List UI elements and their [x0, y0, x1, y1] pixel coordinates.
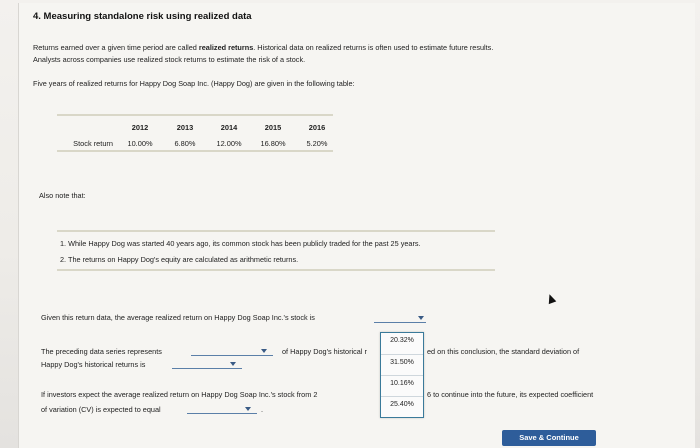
- mouse-cursor-icon: [545, 292, 557, 305]
- q3-period: .: [261, 405, 264, 414]
- q1-select[interactable]: [374, 313, 426, 323]
- q2-text-c: ed on this conclusion, the standard devi…: [427, 347, 580, 356]
- return-value: 10.00%: [127, 138, 153, 148]
- year-header: 2014: [220, 122, 238, 132]
- table-bottom-rule: [57, 150, 333, 152]
- notes-top-rule: [57, 230, 495, 232]
- year-header: 2016: [308, 122, 326, 132]
- dropdown-list[interactable]: 20.32% 31.50% 10.16% 25.40%: [380, 332, 424, 418]
- intro-paragraph-line3: Five years of realized returns for Happy…: [33, 79, 355, 88]
- note-item: 1. While Happy Dog was started 40 years …: [60, 239, 421, 248]
- return-value: 6.80%: [174, 138, 196, 148]
- intro-text: Returns earned over a given time period …: [33, 43, 199, 52]
- return-value: 16.80%: [260, 138, 286, 148]
- chevron-down-icon: [245, 407, 251, 411]
- q3-text-a: If investors expect the average realized…: [41, 390, 318, 399]
- table-corner: [59, 119, 117, 135]
- q1-text: Given this return data, the average real…: [41, 313, 315, 322]
- year-header: 2015: [264, 122, 282, 132]
- q2-select-series[interactable]: [191, 346, 273, 356]
- save-continue-button[interactable]: Save & Continue: [502, 430, 596, 446]
- notes-bottom-rule: [57, 269, 495, 271]
- intro-paragraph-line1: Returns earned over a given time period …: [33, 43, 493, 52]
- dropdown-option[interactable]: 31.50%: [381, 354, 423, 371]
- question-panel: 4. Measuring standalone risk using reali…: [18, 3, 695, 448]
- chevron-down-icon: [418, 316, 424, 320]
- q3-select-cv[interactable]: [187, 404, 257, 414]
- chevron-down-icon: [261, 349, 267, 353]
- intro-paragraph-line2: Analysts across companies use realized s…: [33, 55, 306, 64]
- chevron-down-icon: [230, 362, 236, 366]
- year-header: 2013: [176, 122, 194, 132]
- dropdown-option[interactable]: 25.40%: [381, 396, 423, 413]
- year-header: 2012: [131, 122, 149, 132]
- table-header-row: 2012 2013 2014 2015 2016: [59, 119, 339, 135]
- q3-text-b: 6 to continue into the future, its expec…: [427, 390, 594, 399]
- intro-text: . Historical data on realized returns is…: [253, 43, 494, 52]
- q2-text-d: Happy Dog's historical returns is: [41, 360, 146, 369]
- q3-text-c: of variation (CV) is expected to equal: [41, 405, 161, 414]
- table-row: Stock return 10.00% 6.80% 12.00% 16.80% …: [59, 135, 339, 151]
- notes-heading: Also note that:: [39, 191, 86, 200]
- return-value: 12.00%: [216, 138, 242, 148]
- return-value: 5.20%: [306, 138, 328, 148]
- row-label: Stock return: [73, 138, 113, 148]
- question-title: 4. Measuring standalone risk using reali…: [33, 11, 252, 22]
- returns-table: 2012 2013 2014 2015 2016 Stock return 10…: [59, 119, 339, 151]
- q2-text-b: of Happy Dog's historical r: [282, 347, 367, 356]
- intro-bold-term: realized returns: [198, 43, 254, 52]
- note-item: 2. The returns on Happy Dog's equity are…: [60, 255, 299, 264]
- dropdown-option[interactable]: 10.16%: [381, 375, 423, 392]
- table-top-rule: [57, 114, 333, 116]
- dropdown-option[interactable]: 20.32%: [381, 333, 423, 349]
- q2-text-a: The preceding data series represents: [41, 347, 162, 356]
- q2-select-std-dev[interactable]: [172, 359, 242, 369]
